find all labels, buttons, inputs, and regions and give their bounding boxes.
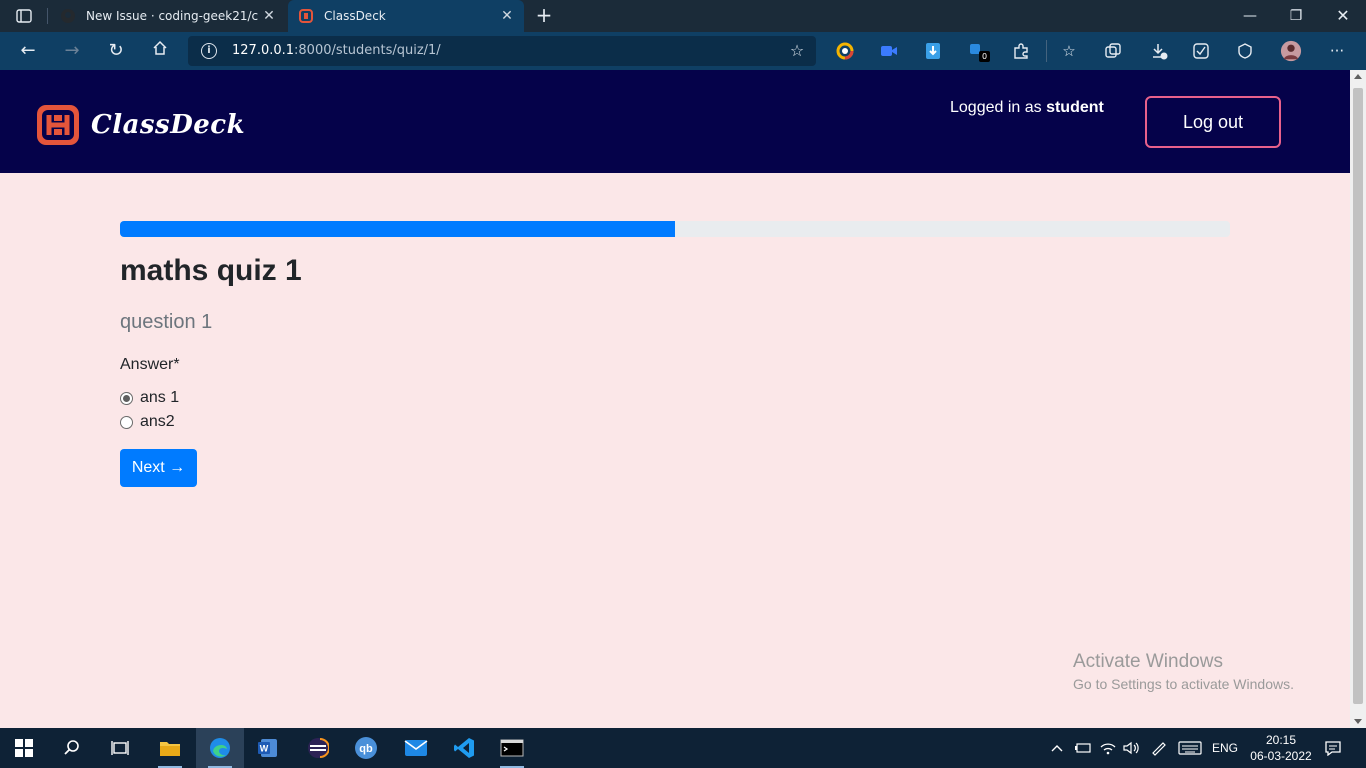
settings-menu-icon[interactable]: ··· [1326, 40, 1348, 62]
answer-radio[interactable] [120, 415, 133, 429]
minimize-icon[interactable]: — [1238, 4, 1262, 28]
terminal-icon[interactable] [488, 728, 536, 768]
forward-arrow-icon[interactable]: → [60, 40, 84, 62]
tab-github[interactable]: New Issue · coding-geek21/class ✕ [56, 0, 286, 32]
favorites-icon[interactable]: ☆ [1058, 40, 1080, 62]
windows-taskbar: W qb ENG 20:15 06-03-2022 [0, 728, 1366, 768]
vscode-icon[interactable] [440, 728, 488, 768]
show-hidden-icons-icon[interactable] [1050, 728, 1064, 768]
github-icon [60, 8, 76, 24]
restore-icon[interactable]: ❐ [1284, 4, 1308, 28]
url-text[interactable]: 127.0.0.1:8000/students/quiz/1/ [232, 43, 441, 58]
profile-avatar[interactable] [1280, 40, 1302, 62]
start-windows-icon[interactable] [0, 728, 48, 768]
logged-in-status: Logged in as student [950, 99, 1104, 116]
question-text: question 1 [120, 311, 213, 333]
word-icon[interactable]: W [244, 728, 292, 768]
progress-fill [120, 221, 675, 237]
watermark-subtitle: Go to Settings to activate Windows. [1073, 676, 1294, 692]
answer-radio[interactable] [120, 391, 133, 405]
home-icon[interactable] [148, 40, 172, 62]
page-scrollbar[interactable] [1350, 70, 1366, 728]
answer-option[interactable]: ans2 [120, 412, 175, 432]
quiz-progress-bar [120, 221, 1230, 237]
site-info-icon[interactable]: i [201, 43, 217, 59]
eclipse-icon[interactable] [294, 728, 342, 768]
scroll-up-icon[interactable] [1354, 74, 1362, 79]
clock-time: 20:15 [1265, 733, 1297, 747]
answer-option-label[interactable]: ans2 [140, 413, 175, 431]
video-camera-icon[interactable] [878, 40, 900, 62]
svg-text:qb: qb [359, 743, 373, 755]
mail-icon[interactable] [392, 728, 440, 768]
tab-actions-icon[interactable] [10, 6, 38, 26]
notification-count-badge: 0 [979, 51, 990, 62]
answer-label: Answer* [120, 356, 180, 373]
notification-extension-icon[interactable]: 0 [966, 40, 990, 62]
wifi-icon[interactable] [1099, 728, 1117, 768]
activate-windows-watermark: Activate Windows Go to Settings to activ… [1073, 651, 1294, 692]
watermark-title: Activate Windows [1073, 651, 1223, 672]
new-tab-button[interactable]: + [534, 5, 554, 26]
math-solver-icon[interactable] [1190, 40, 1212, 62]
quiz-title: maths quiz 1 [120, 254, 302, 287]
tab-title: New Issue · coding-geek21/class [86, 9, 258, 23]
brand-name: ClassDeck [91, 110, 246, 140]
volume-icon[interactable] [1122, 728, 1140, 768]
tab-separator [47, 8, 48, 24]
task-view-icon[interactable] [96, 728, 144, 768]
touch-keyboard-icon[interactable] [1178, 728, 1202, 768]
file-explorer-icon[interactable] [146, 728, 194, 768]
toolbar-separator [1046, 40, 1047, 62]
tab-title: ClassDeck [324, 9, 386, 23]
close-tab-icon[interactable]: ✕ [262, 9, 276, 23]
svg-text:W: W [260, 744, 269, 754]
classdeck-logo-icon [37, 105, 79, 145]
notification-center-icon[interactable] [1324, 728, 1342, 768]
qbittorrent-icon[interactable]: qb [342, 728, 390, 768]
pen-workspace-icon[interactable] [1150, 728, 1168, 768]
extensions-puzzle-icon[interactable] [1010, 40, 1032, 62]
browser-tab-strip: New Issue · coding-geek21/class ✕ ClassD… [0, 0, 1366, 32]
search-icon[interactable] [48, 728, 96, 768]
answer-option-label[interactable]: ans 1 [140, 389, 179, 407]
classdeck-favicon-icon [298, 8, 314, 24]
system-clock[interactable]: 20:15 06-03-2022 [1250, 732, 1312, 764]
browser-toolbar: ← → ↻ i 127.0.0.1:8000/students/quiz/1/ … [0, 32, 1366, 70]
downloads-icon[interactable] [1148, 40, 1170, 62]
address-bar[interactable]: i 127.0.0.1:8000/students/quiz/1/ ☆ [188, 36, 816, 66]
back-arrow-icon[interactable]: ← [16, 40, 40, 62]
color-wheel-extension-icon[interactable] [834, 40, 856, 62]
username: student [1046, 99, 1104, 116]
next-button[interactable]: Next → [120, 449, 197, 487]
tab-classdeck[interactable]: ClassDeck ✕ [288, 0, 524, 32]
edge-browser-icon[interactable] [196, 728, 244, 768]
refresh-icon[interactable]: ↻ [104, 40, 128, 62]
close-tab-icon[interactable]: ✕ [500, 9, 514, 23]
battery-icon[interactable] [1074, 728, 1092, 768]
browser-essentials-icon[interactable] [1234, 40, 1256, 62]
language-indicator[interactable]: ENG [1212, 728, 1238, 768]
scrollbar-thumb[interactable] [1353, 88, 1363, 704]
answer-option[interactable]: ans 1 [120, 388, 179, 408]
scroll-down-icon[interactable] [1354, 719, 1362, 724]
download-extension-icon[interactable] [922, 40, 944, 62]
logout-button[interactable]: Log out [1145, 96, 1281, 148]
collections-icon[interactable] [1102, 40, 1124, 62]
close-window-icon[interactable]: ✕ [1331, 4, 1355, 28]
clock-date: 06-03-2022 [1250, 749, 1312, 763]
add-favorite-icon[interactable]: ☆ [788, 42, 806, 60]
site-navbar: ClassDeck Logged in as student Log out [0, 70, 1350, 173]
brand-link[interactable]: ClassDeck [35, 103, 245, 147]
